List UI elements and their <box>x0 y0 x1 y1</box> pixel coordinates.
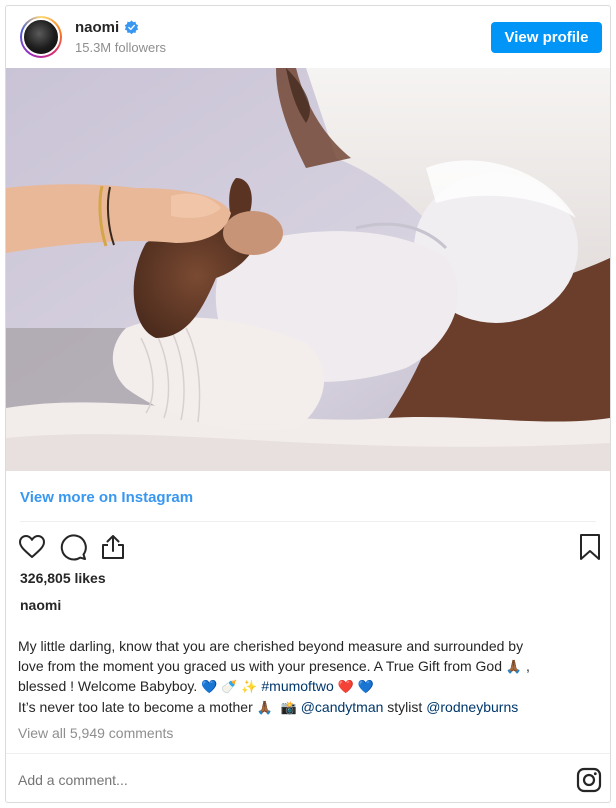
view-comments-link[interactable]: View all 5,949 comments <box>18 725 173 741</box>
followers-count: 15.3M followers <box>75 40 167 55</box>
view-more-link[interactable]: View more on Instagram <box>20 489 193 506</box>
caption-username[interactable]: naomi <box>20 597 61 613</box>
share-icon[interactable] <box>99 533 127 561</box>
divider <box>6 753 610 754</box>
mention-link[interactable]: @candytman <box>301 699 384 715</box>
blue-heart-emoji: 💙 <box>357 680 374 695</box>
caption-line: blessed ! Welcome Babyboy. <box>18 678 198 694</box>
divider <box>20 521 596 522</box>
instagram-logo-icon[interactable] <box>576 767 602 793</box>
post-header: naomi 15.3M followers View profile <box>6 6 610 68</box>
avatar[interactable] <box>20 16 62 58</box>
mention-link[interactable]: @rodneyburns <box>426 699 518 715</box>
caption-line: My little darling, know that you are che… <box>18 638 524 654</box>
comment-icon[interactable] <box>59 533 87 561</box>
bookmark-icon[interactable] <box>576 533 604 561</box>
post-caption: My little darling, know that you are che… <box>18 638 530 716</box>
add-comment-input[interactable] <box>18 772 518 788</box>
view-profile-button[interactable]: View profile <box>491 22 602 53</box>
caption-line: love from the moment you graced us with … <box>18 657 502 674</box>
heart-icon[interactable] <box>18 533 46 561</box>
verified-badge-icon <box>125 20 139 35</box>
bottle-emoji: 🍼 <box>221 680 238 695</box>
sparkles-emoji: ✨ <box>241 680 258 695</box>
blue-heart-emoji: 💙 <box>201 680 218 695</box>
pray-emoji: 🙏🏾 <box>256 700 273 716</box>
instagram-embed-card: naomi 15.3M followers View profile View … <box>5 5 611 803</box>
hashtag-link[interactable]: #mumoftwo <box>261 678 333 694</box>
username[interactable]: naomi <box>75 19 119 36</box>
username-row: naomi <box>75 19 139 36</box>
newborn-photo <box>6 68 610 471</box>
stylist-word: stylist <box>387 698 423 715</box>
pray-emoji: 🙏🏾 <box>505 659 523 675</box>
red-heart-emoji: ❤️ <box>337 680 354 695</box>
camera-emoji: 📸 <box>280 700 297 716</box>
post-photo[interactable] <box>6 68 610 471</box>
caption-line: It’s never too late to become a mother <box>18 698 253 715</box>
likes-count[interactable]: 326,805 likes <box>20 570 106 586</box>
avatar-image <box>22 18 60 56</box>
